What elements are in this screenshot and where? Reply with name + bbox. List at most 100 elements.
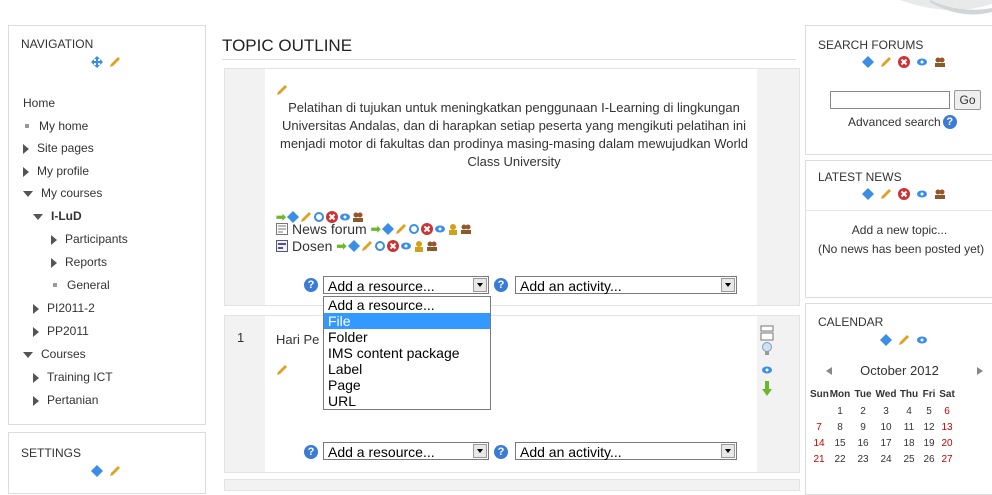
edit-summary-icon[interactable] xyxy=(276,84,288,96)
navigation-title: NAVIGATION xyxy=(21,37,94,51)
nav-pp2011[interactable]: PP2011 xyxy=(33,324,89,338)
move-icon[interactable] xyxy=(862,188,874,200)
groups-icon[interactable] xyxy=(934,56,946,68)
dropdown-option[interactable]: URL xyxy=(324,393,490,409)
duplicate-icon[interactable] xyxy=(374,240,386,252)
dropdown-option[interactable]: Label xyxy=(324,361,490,377)
chevron-down-icon xyxy=(721,444,735,458)
move-icon[interactable] xyxy=(91,56,103,68)
news-forum-controls: ➡ xyxy=(371,222,472,236)
add-resource-select[interactable]: Add a resource... xyxy=(323,276,489,294)
expand-icon xyxy=(51,257,57,268)
dropdown-option[interactable]: Folder xyxy=(324,329,490,345)
chevron-down-icon xyxy=(473,444,487,458)
add-resource-select-section-1[interactable]: Add a resource... xyxy=(323,442,489,460)
dropdown-option[interactable]: Add a resource... xyxy=(324,297,490,313)
help-icon[interactable]: ? xyxy=(304,278,318,292)
next-month-icon[interactable] xyxy=(977,367,983,375)
nav-my-home[interactable]: My home xyxy=(23,119,88,133)
nav-courses[interactable]: Courses xyxy=(23,347,86,361)
add-activity-select[interactable]: Add an activity... xyxy=(515,276,737,294)
nav-reports[interactable]: Reports xyxy=(51,255,107,269)
dropdown-option[interactable]: Page xyxy=(324,377,490,393)
help-icon[interactable]: ? xyxy=(304,445,318,459)
nav-pi2011[interactable]: PI2011-2 xyxy=(33,301,95,315)
visibility-icon[interactable] xyxy=(916,188,928,200)
section-2 xyxy=(224,479,800,491)
highlight-section-icon[interactable] xyxy=(760,325,774,341)
settings-title: SETTINGS xyxy=(21,446,82,460)
decorative-swoosh xyxy=(900,0,992,15)
edit-icon[interactable] xyxy=(109,465,121,477)
edit-icon[interactable] xyxy=(880,188,892,200)
calendar-controls xyxy=(880,334,928,346)
indent-icon[interactable]: ➡ xyxy=(336,239,346,253)
nav-my-courses[interactable]: My courses xyxy=(23,186,102,200)
latest-news-controls xyxy=(862,188,946,200)
expand-icon xyxy=(23,143,29,154)
roles-icon[interactable] xyxy=(413,240,425,252)
search-input[interactable] xyxy=(830,91,950,109)
delete-icon[interactable] xyxy=(386,240,399,252)
groups-icon[interactable] xyxy=(426,240,438,252)
nav-site-pages[interactable]: Site pages xyxy=(23,141,94,155)
visibility-icon[interactable] xyxy=(400,240,412,252)
groups-icon[interactable] xyxy=(460,223,472,235)
chevron-down-icon xyxy=(473,278,487,292)
visibility-icon[interactable] xyxy=(761,364,773,376)
news-forum-link[interactable]: News forum xyxy=(292,221,367,237)
groups-icon[interactable] xyxy=(934,188,946,200)
help-icon[interactable]: ? xyxy=(494,278,508,292)
settings-block-controls xyxy=(91,465,121,477)
nav-general[interactable]: General xyxy=(51,278,110,292)
move-icon[interactable] xyxy=(381,223,394,235)
calendar-block: CALENDAR October 2012 SunMon Tue Wed Thu Fri… xyxy=(805,303,992,495)
visibility-icon[interactable] xyxy=(916,56,928,68)
move-icon[interactable] xyxy=(880,334,892,346)
go-button[interactable]: Go xyxy=(954,90,981,110)
move-icon[interactable] xyxy=(91,465,103,477)
delete-icon[interactable] xyxy=(898,188,910,200)
section-title: Hari Pe xyxy=(276,332,320,347)
visibility-icon[interactable] xyxy=(916,334,928,346)
dropdown-option-selected[interactable]: File xyxy=(324,313,490,329)
indent-icon[interactable]: ➡ xyxy=(371,222,381,236)
nav-home[interactable]: Home xyxy=(23,96,55,110)
help-icon[interactable]: ? xyxy=(942,115,957,129)
nav-pertanian[interactable]: Pertanian xyxy=(33,393,98,407)
nav-ilud[interactable]: I-LuD xyxy=(33,209,82,223)
add-activity-select-section-1[interactable]: Add an activity... xyxy=(515,442,737,460)
roles-icon[interactable] xyxy=(447,223,459,235)
edit-icon[interactable] xyxy=(395,223,407,235)
nav-participants[interactable]: Participants xyxy=(51,232,128,246)
calendar-week: 123456 xyxy=(837,406,950,417)
advanced-search-link[interactable]: Advanced search ? xyxy=(848,115,957,129)
edit-icon[interactable] xyxy=(880,56,892,68)
delete-icon[interactable] xyxy=(420,223,433,235)
news-forum-row: News forum ➡ xyxy=(276,221,472,237)
expand-icon xyxy=(33,395,39,406)
search-forums-title: SEARCH FORUMS xyxy=(818,38,924,52)
nav-my-profile[interactable]: My profile xyxy=(23,164,89,178)
expand-icon xyxy=(33,372,39,383)
dosen-link[interactable]: Dosen xyxy=(292,238,332,254)
visibility-icon[interactable] xyxy=(434,223,446,235)
nav-training-ict[interactable]: Training ICT xyxy=(33,370,113,384)
help-icon[interactable]: ? xyxy=(494,445,508,459)
duplicate-icon[interactable] xyxy=(408,223,420,235)
add-topic-link[interactable]: Add a new topic... xyxy=(806,223,992,237)
move-icon[interactable] xyxy=(862,56,874,68)
calendar-week: 14 15 16 17 18 19 20 xyxy=(813,438,953,449)
edit-section-icon[interactable] xyxy=(276,364,288,376)
expand-icon xyxy=(33,303,39,314)
delete-icon[interactable] xyxy=(898,56,910,68)
edit-icon[interactable] xyxy=(361,240,373,252)
dropdown-option[interactable]: IMS content package xyxy=(324,345,490,361)
edit-icon[interactable] xyxy=(898,334,910,346)
lightbulb-icon[interactable] xyxy=(761,342,773,356)
settings-block: SETTINGS xyxy=(8,432,206,494)
move-icon[interactable] xyxy=(347,240,360,252)
move-down-icon[interactable] xyxy=(762,381,772,397)
bullet-icon xyxy=(53,282,57,287)
edit-icon[interactable] xyxy=(109,56,121,68)
